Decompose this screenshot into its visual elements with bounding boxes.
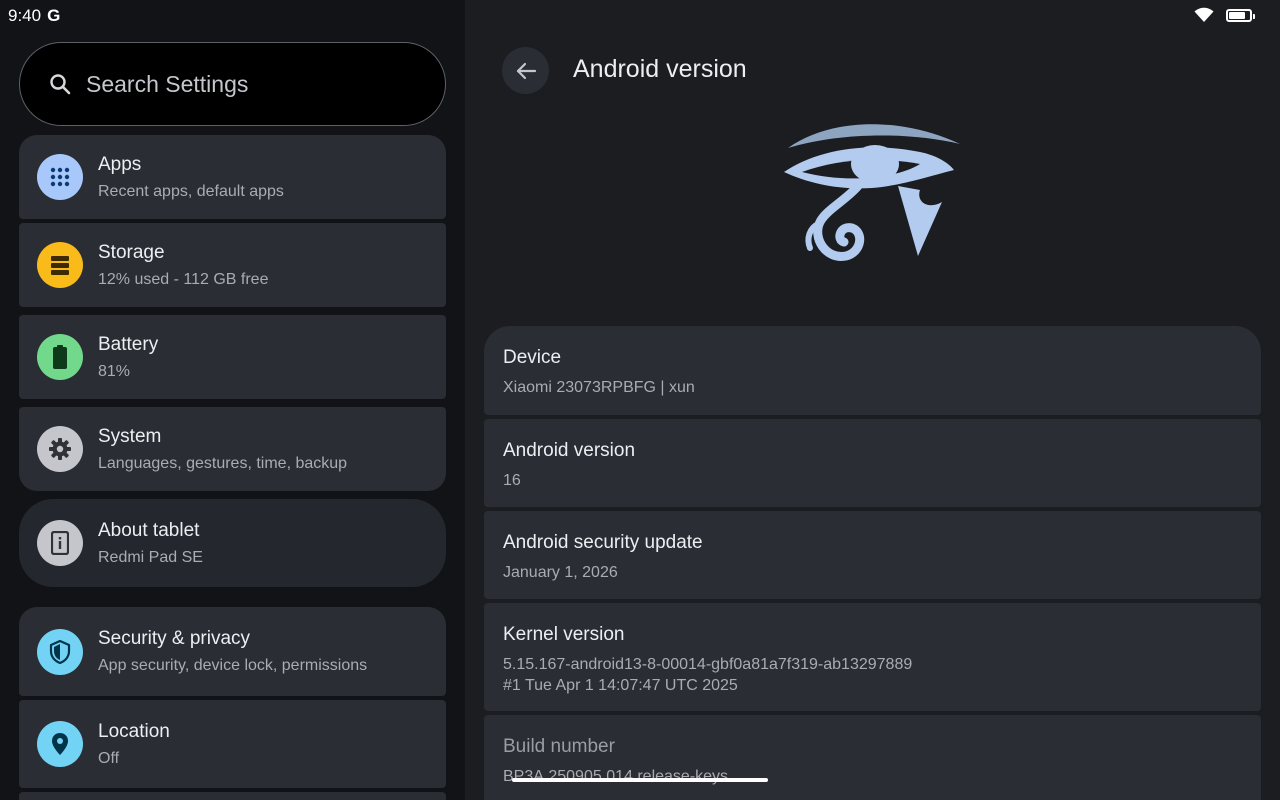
battery-icon (37, 334, 83, 380)
info-row-security-update[interactable]: Android security update January 1, 2026 (484, 511, 1261, 599)
gesture-nav-handle[interactable] (512, 778, 768, 782)
item-subtitle: 81% (98, 362, 131, 380)
item-title: System (98, 425, 162, 447)
battery-fill (1229, 11, 1246, 19)
battery-status-icon (1226, 8, 1255, 22)
arrow-back-icon (516, 62, 536, 79)
wifi-icon (1194, 7, 1214, 22)
google-g-icon: G (47, 6, 61, 25)
info-label: Build number (503, 736, 615, 757)
info-label: Android security update (503, 532, 703, 553)
info-row-device[interactable]: Device Xiaomi 23073RPBFG | xun (484, 326, 1261, 415)
status-bar-left: 9:40 G (8, 6, 60, 26)
info-row-build-number[interactable]: Build number BP3A.250905.014 release-key… (484, 715, 1261, 800)
item-title: About tablet (98, 519, 200, 541)
item-subtitle: Languages, gestures, time, backup (98, 454, 348, 472)
settings-item-battery[interactable]: Battery 81% (19, 315, 446, 399)
shield-icon (37, 628, 83, 675)
settings-list-pane: 9:40 G Search Settings Apps Recent apps,… (0, 0, 465, 800)
settings-item-security-privacy[interactable]: Security & privacy App security, device … (19, 607, 446, 696)
info-value: 5.15.167-android13-8-00014-gbf0a81a7f319… (503, 656, 913, 694)
status-bar-right (1194, 7, 1255, 23)
item-title: Storage (98, 241, 165, 263)
search-icon (50, 74, 71, 95)
storage-icon (37, 242, 83, 288)
item-title: Battery (98, 333, 159, 355)
settings-item-system[interactable]: System Languages, gestures, time, backup (19, 407, 446, 491)
info-value: 16 (503, 472, 521, 489)
info-value: January 1, 2026 (503, 564, 618, 581)
back-button[interactable] (502, 47, 549, 94)
info-value: BP3A.250905.014 release-keys (503, 768, 729, 785)
settings-item-apps[interactable]: Apps Recent apps, default apps (19, 135, 446, 219)
clock: 9:40 (8, 6, 42, 25)
settings-item-location[interactable]: Location Off (19, 700, 446, 788)
item-title: Apps (98, 153, 142, 175)
settings-item-next[interactable] (19, 792, 446, 800)
item-subtitle: Recent apps, default apps (98, 182, 284, 200)
eye-of-horus-icon (784, 124, 960, 261)
gear-icon (37, 426, 83, 472)
info-label: Kernel version (503, 624, 625, 645)
search-placeholder: Search Settings (86, 70, 249, 97)
item-title: Location (98, 720, 170, 742)
settings-item-storage[interactable]: Storage 12% used - 112 GB free (19, 223, 446, 307)
item-subtitle: App security, device lock, permissions (98, 657, 368, 674)
info-label: Android version (503, 440, 636, 461)
item-subtitle: Redmi Pad SE (98, 548, 203, 566)
info-label: Device (503, 347, 562, 368)
tablet-info-icon (37, 520, 83, 566)
apps-grid-icon (37, 154, 83, 200)
item-subtitle: 12% used - 112 GB free (98, 270, 269, 288)
info-row-android-version[interactable]: Android version 16 (484, 419, 1261, 507)
page-title: Android version (573, 55, 747, 83)
search-settings-bar[interactable]: Search Settings (19, 42, 446, 126)
settings-item-about-tablet[interactable]: About tablet Redmi Pad SE (19, 499, 446, 587)
item-subtitle: Off (98, 749, 120, 767)
info-value: Xiaomi 23073RPBFG | xun (503, 379, 695, 396)
item-title: Security & privacy (98, 628, 251, 649)
detail-pane: Android version Device Xiaomi 23073RPBFG… (465, 0, 1280, 800)
info-row-kernel-version[interactable]: Kernel version 5.15.167-android13-8-0001… (484, 603, 1261, 711)
location-pin-icon (37, 721, 83, 767)
